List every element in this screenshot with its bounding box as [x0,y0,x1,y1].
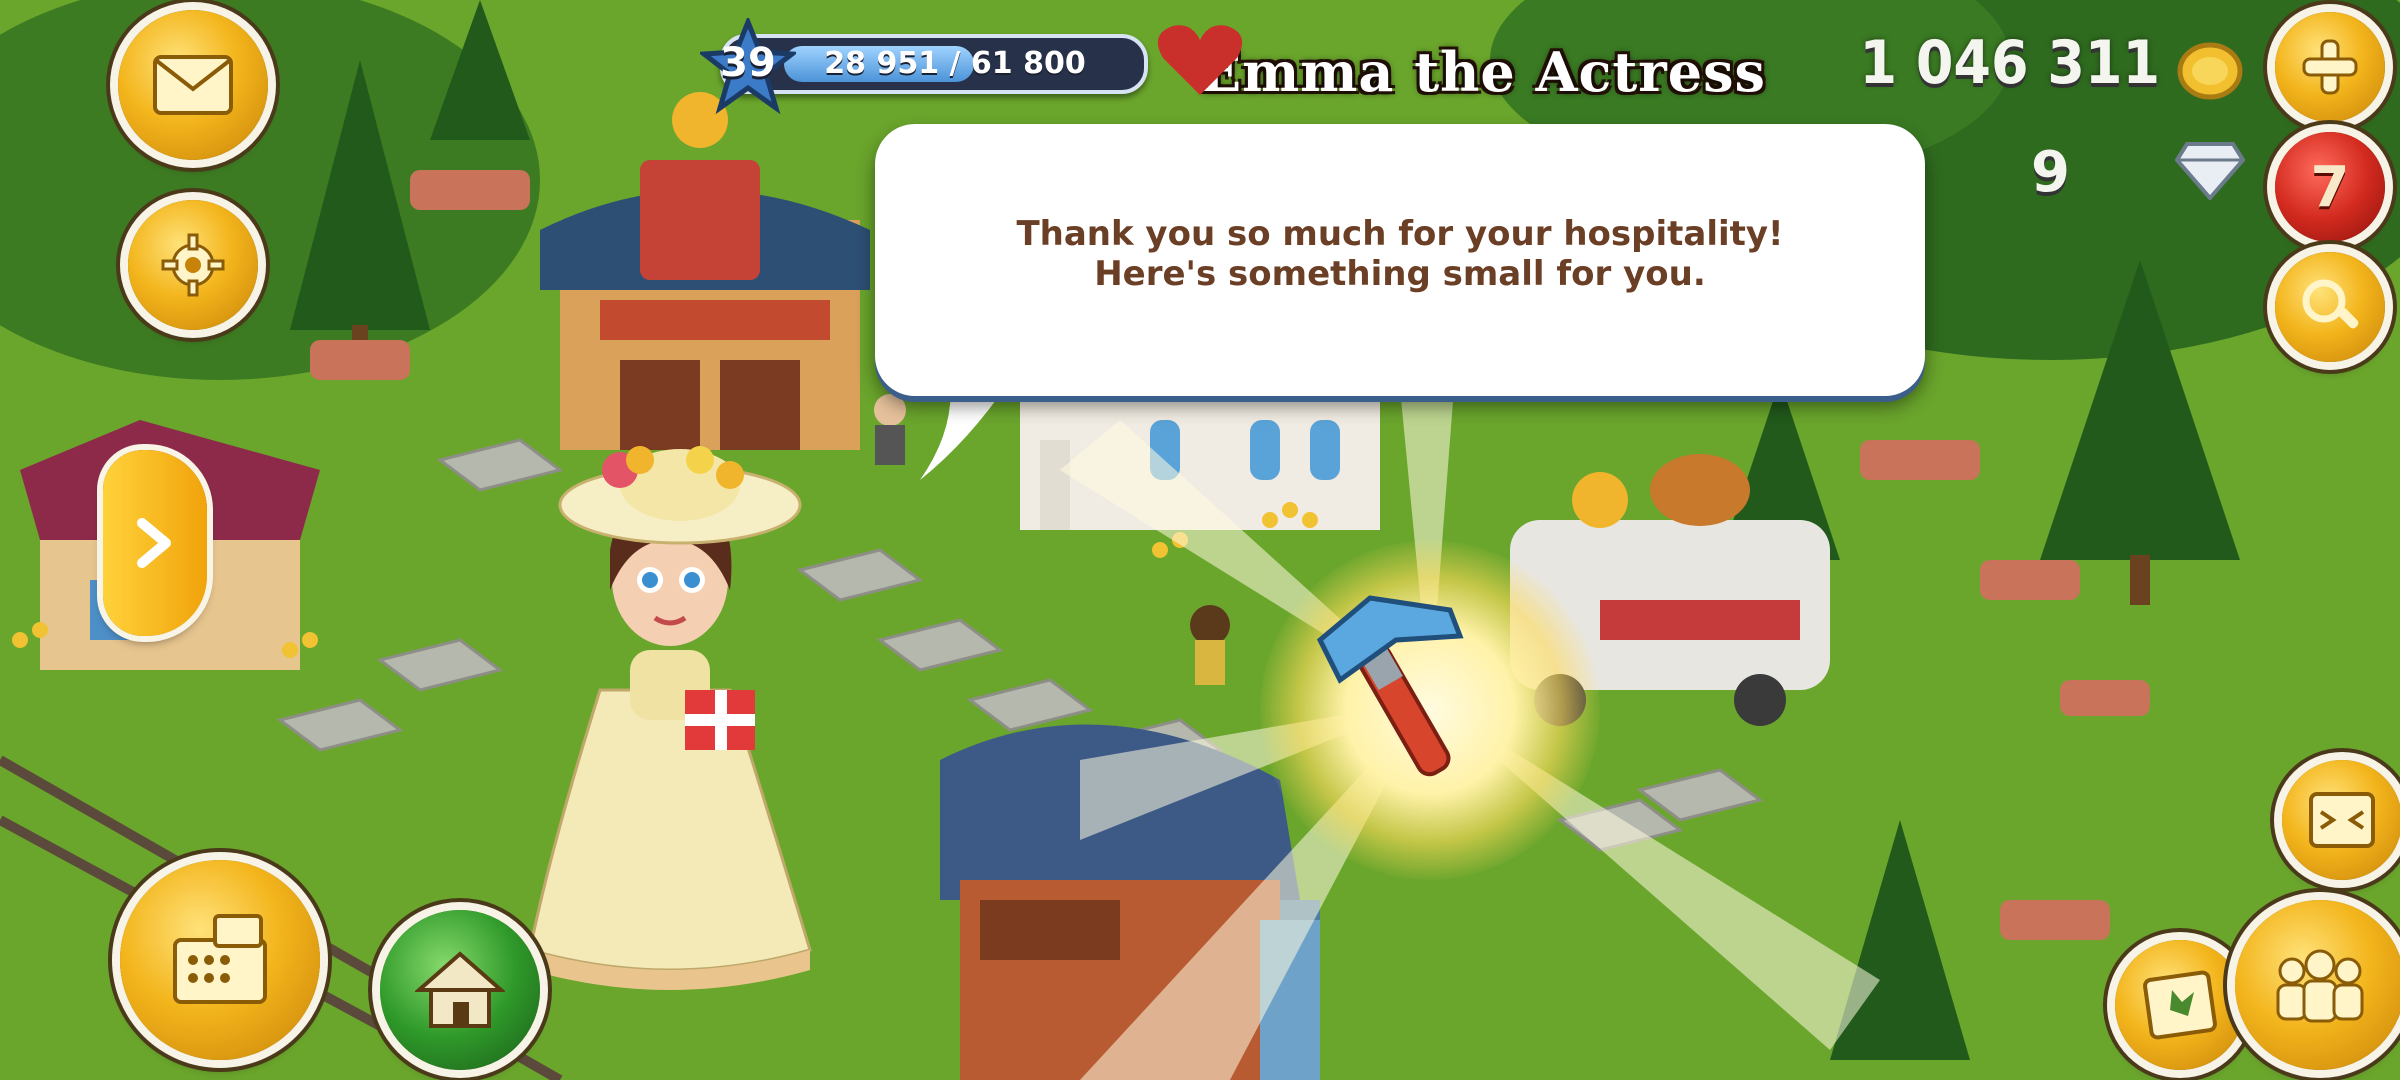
cash-register-icon [173,914,267,1004]
gems-count: 9 [2031,140,2070,205]
chevron-right-icon [137,518,171,568]
house-icon [415,951,505,1028]
friends-button[interactable] [2235,900,2400,1070]
expand-view-button[interactable] [2282,760,2400,880]
level-number: 39 [720,40,776,86]
mail-icon [153,55,233,115]
heart-icon [1157,25,1243,95]
hammer-icon[interactable] [1300,570,1500,790]
friends-icon [2276,949,2364,1023]
diamond-icon [2175,142,2245,200]
map-icon [2143,970,2217,1040]
coin-icon [2177,42,2243,100]
home-button[interactable] [380,910,540,1070]
notification-count: 7 [2310,154,2350,220]
notifications-button[interactable]: 7 [2275,132,2385,242]
mail-button[interactable] [118,10,268,160]
map-button[interactable] [2115,940,2245,1070]
shop-button[interactable] [120,860,320,1060]
magnifier-icon [2302,279,2359,329]
plus-icon [2302,39,2358,95]
settings-button[interactable] [128,200,258,330]
xp-text: 28 951 / 61 800 [824,46,1086,81]
search-button[interactable] [2275,252,2385,362]
side-panel-toggle-button[interactable] [103,450,207,636]
coins-count: 1 046 311 [1859,28,2160,98]
add-currency-button[interactable] [2275,12,2385,122]
npc-name: Emma the Actress [1200,40,1766,104]
expand-icon [2309,792,2375,848]
dialog-message: Thank you so much for your hospitality! … [1016,214,1784,294]
gear-icon [161,233,225,297]
emma-character [528,446,812,990]
speech-bubble: Thank you so much for your hospitality! … [875,124,1925,396]
